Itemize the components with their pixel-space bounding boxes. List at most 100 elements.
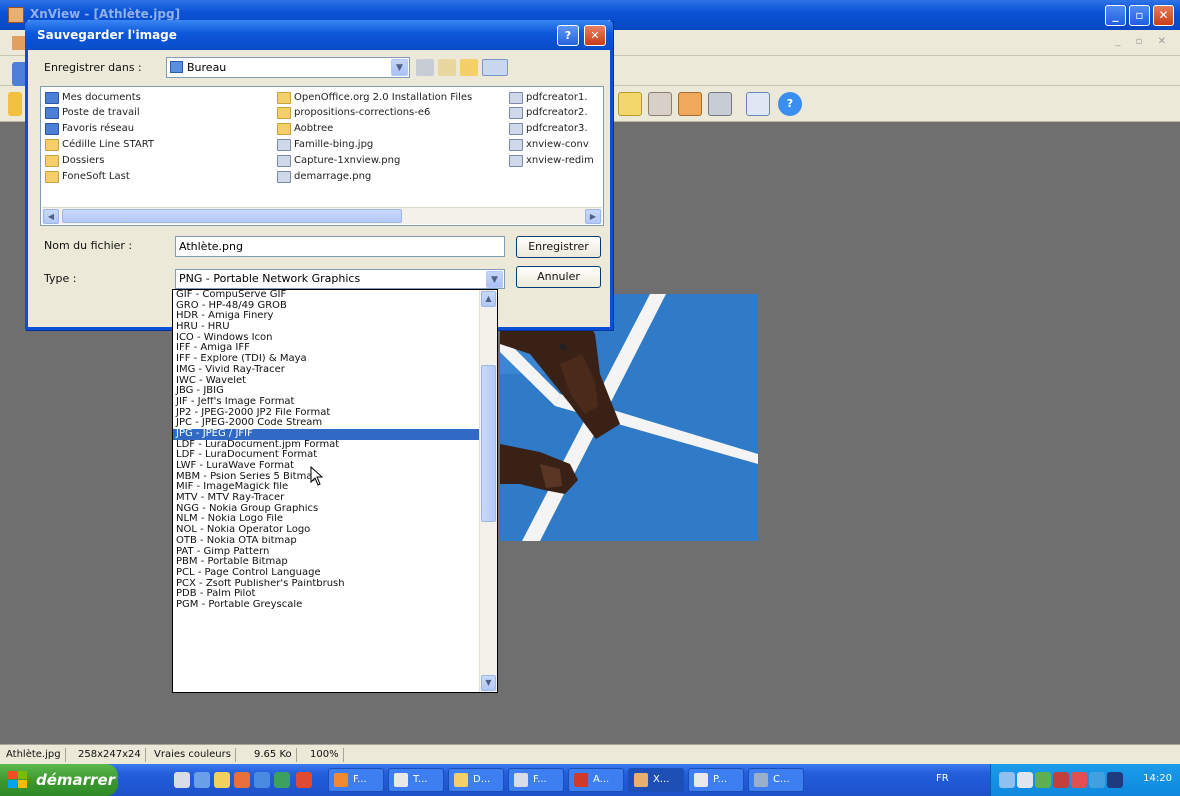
tray-icon[interactable] xyxy=(999,772,1015,788)
type-option[interactable]: LWF - LuraWave Format xyxy=(173,461,479,472)
type-option[interactable]: NLM - Nokia Logo File xyxy=(173,514,479,525)
type-option[interactable]: LDF - LuraDocument Format xyxy=(173,450,479,461)
camera-icon[interactable] xyxy=(708,92,732,116)
quicklaunch-icon[interactable] xyxy=(194,772,210,788)
type-option[interactable]: NOL - Nokia Operator Logo xyxy=(173,525,479,536)
list-item[interactable]: Cédille Line START xyxy=(45,138,154,152)
quicklaunch-icon[interactable] xyxy=(174,772,190,788)
file-list[interactable]: Mes documents Poste de travail Favoris r… xyxy=(40,86,604,226)
type-option[interactable]: HRU - HRU xyxy=(173,322,479,333)
type-option[interactable]: MBM - Psion Series 5 Bitmap xyxy=(173,472,479,483)
list-item[interactable]: Favoris réseau xyxy=(45,122,134,136)
clipboard-icon[interactable] xyxy=(618,92,642,116)
chevron-down-icon[interactable]: ▼ xyxy=(391,59,408,76)
list-item[interactable]: demarrage.png xyxy=(277,170,371,184)
mdi-window-controls[interactable]: _ ▫ ✕ xyxy=(1115,36,1172,47)
type-option[interactable]: GIF - CompuServe GIF xyxy=(173,290,479,301)
list-item[interactable]: Mes documents xyxy=(45,91,141,105)
type-option[interactable]: NGG - Nokia Group Graphics xyxy=(173,504,479,515)
start-button[interactable]: démarrer xyxy=(0,764,118,796)
tray-icon[interactable] xyxy=(1017,772,1033,788)
quicklaunch-icon[interactable] xyxy=(274,772,290,788)
quicklaunch-icon[interactable] xyxy=(234,772,250,788)
task-button[interactable]: X... xyxy=(628,768,684,792)
list-item[interactable]: Famille-bing.jpg xyxy=(277,138,373,152)
list-item[interactable]: Poste de travail xyxy=(45,106,140,120)
save-in-select[interactable]: Bureau ▼ xyxy=(166,57,410,78)
type-option[interactable]: PAT - Gimp Pattern xyxy=(173,547,479,558)
list-item[interactable]: propositions-corrections-e6 xyxy=(277,106,430,120)
type-options[interactable]: GIF - CompuServe GIF GRO - HP-48/49 GROB H… xyxy=(173,290,479,611)
scroll-down-icon[interactable]: ▼ xyxy=(481,675,496,691)
quicklaunch-icon[interactable] xyxy=(214,772,230,788)
tray-icon[interactable] xyxy=(1035,772,1051,788)
task-button[interactable]: A... xyxy=(568,768,624,792)
type-option[interactable]: MIF - ImageMagick file xyxy=(173,482,479,493)
type-option[interactable]: JP2 - JPEG-2000 JP2 File Format xyxy=(173,408,479,419)
list-item[interactable]: OpenOffice.org 2.0 Installation Files xyxy=(277,91,472,105)
type-option[interactable]: OTB - Nokia OTA bitmap xyxy=(173,536,479,547)
view-menu-icon[interactable] xyxy=(482,59,508,76)
filename-input[interactable]: Athlète.png xyxy=(175,236,505,257)
help-button[interactable]: ? xyxy=(557,25,579,46)
quicklaunch-icon[interactable] xyxy=(296,772,312,788)
up-folder-icon[interactable] xyxy=(438,59,456,76)
list-item[interactable]: FoneSoft Last xyxy=(45,170,130,184)
task-button[interactable]: C... xyxy=(748,768,804,792)
tray-icon[interactable] xyxy=(1107,772,1123,788)
task-button[interactable]: D... xyxy=(448,768,504,792)
list-item[interactable]: pdfcreator1. xyxy=(509,91,588,105)
save-button[interactable]: Enregistrer xyxy=(516,236,601,258)
properties-icon[interactable] xyxy=(746,92,770,116)
type-option[interactable]: IFF - Explore (TDI) & Maya xyxy=(173,354,479,365)
cancel-button[interactable]: Annuler xyxy=(516,266,601,288)
tray-icon[interactable] xyxy=(1071,772,1087,788)
type-option[interactable]: LDF - LuraDocument.jpm Format xyxy=(173,440,479,451)
scroll-thumb[interactable] xyxy=(481,365,496,522)
list-item[interactable]: xnview-redim xyxy=(509,154,594,168)
maximize-button[interactable]: ▫ xyxy=(1129,5,1150,26)
type-option[interactable]: PCX - Zsoft Publisher's Paintbrush xyxy=(173,579,479,590)
scroll-up-icon[interactable]: ▲ xyxy=(481,291,496,307)
minimize-button[interactable]: _ xyxy=(1105,5,1126,26)
list-item[interactable]: Dossiers xyxy=(45,154,105,168)
type-option[interactable]: PGM - Portable Greyscale xyxy=(173,600,479,611)
task-button[interactable]: F... xyxy=(508,768,564,792)
task-button[interactable]: P... xyxy=(688,768,744,792)
type-select[interactable]: PNG - Portable Network Graphics ▼ xyxy=(175,269,505,289)
type-option[interactable]: PBM - Portable Bitmap xyxy=(173,557,479,568)
list-item[interactable]: Aobtree xyxy=(277,122,333,136)
scroll-thumb[interactable] xyxy=(62,209,402,223)
print-icon[interactable] xyxy=(648,92,672,116)
type-option[interactable]: PDB - Palm Pilot xyxy=(173,589,479,600)
type-option[interactable]: IWC - Wavelet xyxy=(173,376,479,387)
type-option[interactable]: IFF - Amiga IFF xyxy=(173,343,479,354)
type-option[interactable]: PCL - Page Control Language xyxy=(173,568,479,579)
type-option[interactable]: JPC - JPEG-2000 Code Stream xyxy=(173,418,479,429)
language-indicator[interactable]: FR xyxy=(936,773,949,784)
scan-icon[interactable] xyxy=(678,92,702,116)
list-item[interactable]: pdfcreator2. xyxy=(509,106,588,120)
task-button[interactable]: F... xyxy=(328,768,384,792)
chevron-down-icon[interactable]: ▼ xyxy=(486,271,503,288)
type-option[interactable]: HDR - Amiga Finery xyxy=(173,311,479,322)
horizontal-scrollbar[interactable]: ◀ ▶ xyxy=(42,207,602,224)
dialog-titlebar[interactable]: Sauvegarder l'image ? ✕ xyxy=(25,20,613,50)
dialog-close-button[interactable]: ✕ xyxy=(584,25,606,46)
scroll-left-icon[interactable]: ◀ xyxy=(43,209,59,224)
back-icon[interactable] xyxy=(416,59,434,76)
quicklaunch-icon[interactable] xyxy=(254,772,270,788)
new-folder-icon[interactable] xyxy=(460,59,478,76)
type-option[interactable]: GRO - HP-48/49 GROB xyxy=(173,301,479,312)
tray-icon[interactable] xyxy=(1053,772,1069,788)
scroll-right-icon[interactable]: ▶ xyxy=(585,209,601,224)
type-option[interactable]: ICO - Windows Icon xyxy=(173,333,479,344)
task-button[interactable]: T... xyxy=(388,768,444,792)
type-option[interactable]: JIF - Jeff's Image Format xyxy=(173,397,479,408)
type-option[interactable]: JPG - JPEG / JFIF xyxy=(173,428,479,440)
list-item[interactable]: Capture-1xnview.png xyxy=(277,154,400,168)
type-dropdown-list[interactable]: GIF - CompuServe GIF GRO - HP-48/49 GROB H… xyxy=(172,289,498,693)
help-icon[interactable]: ? xyxy=(778,92,802,116)
close-button[interactable]: ✕ xyxy=(1153,5,1174,26)
type-option[interactable]: IMG - Vivid Ray-Tracer xyxy=(173,365,479,376)
